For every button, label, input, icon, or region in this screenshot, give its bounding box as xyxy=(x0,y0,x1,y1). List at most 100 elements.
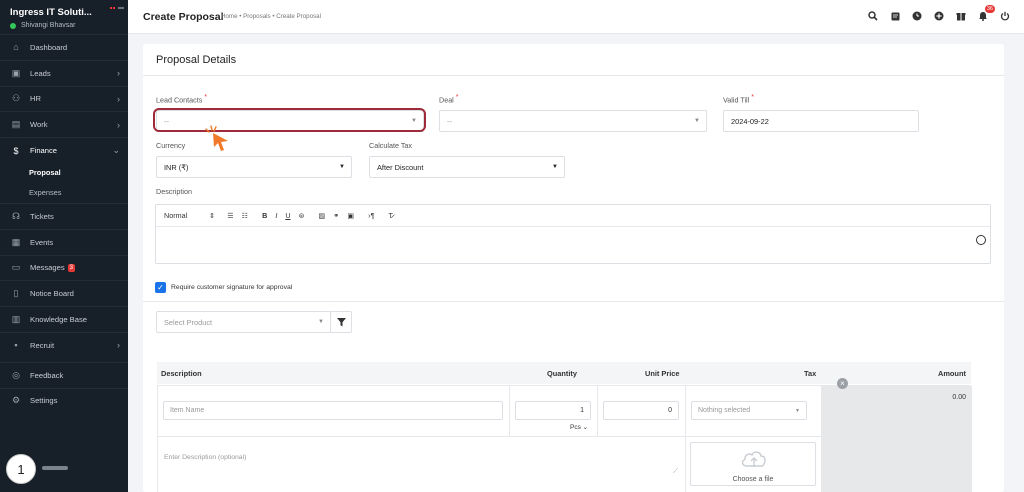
text-direction-icon[interactable]: ›¶ xyxy=(368,211,374,220)
sidebar-item-label: Knowledge Base xyxy=(30,315,87,325)
amount-cell: 0.00 xyxy=(821,386,972,492)
bold-icon[interactable]: B xyxy=(262,211,267,220)
sidebar-item-feedback[interactable]: ◎ Feedback xyxy=(0,361,128,388)
dropdown-caret-icon: ▼ xyxy=(552,164,558,170)
breadcrumb: Home • Proposals • Create Proposal xyxy=(221,13,321,20)
power-icon[interactable] xyxy=(998,9,1012,23)
col-unit-price: Unit Price xyxy=(645,369,680,378)
clock-icon[interactable] xyxy=(910,9,924,23)
emoji-icon[interactable] xyxy=(976,235,986,245)
select-product-dropdown[interactable]: Select Product ▼ xyxy=(156,311,331,333)
filter-button[interactable] xyxy=(330,311,352,333)
format-value: Normal xyxy=(164,211,188,220)
choose-file-dropzone[interactable]: Choose a file xyxy=(690,442,816,486)
sidebar-subitem-proposal[interactable]: Proposal xyxy=(0,163,128,183)
section-divider xyxy=(143,301,1004,302)
deal-value: -- xyxy=(447,116,452,126)
bullet-list-icon[interactable]: ☷ xyxy=(242,211,248,220)
lead-contacts-label-text: Lead Contacts xyxy=(156,95,203,105)
tax-select[interactable]: Nothing selected ▼ xyxy=(691,401,807,420)
italic-icon[interactable]: I xyxy=(275,211,277,220)
notification-count-badge: 36 xyxy=(984,5,995,13)
settings-icon: ⚙ xyxy=(11,395,21,406)
notice-board-icon: ▯ xyxy=(13,288,19,299)
search-icon[interactable] xyxy=(866,9,880,23)
calculate-tax-select[interactable]: After Discount ▼ xyxy=(369,156,565,178)
sidebar-item-messages[interactable]: ▭ Messages 3 xyxy=(0,254,128,281)
top-icons: 36 xyxy=(866,5,1012,23)
ordered-list-icon[interactable]: ☰ xyxy=(227,211,233,220)
signature-checkbox[interactable]: ✓ xyxy=(155,282,166,293)
quantity-input[interactable]: 1 xyxy=(515,401,591,420)
sidebar-item-label: Settings xyxy=(30,396,58,406)
sidebar-nav: ⌂ Dashboard ▣ Leads › ⚇ HR › ▤ Work › $ … xyxy=(0,34,128,413)
chevron-down-icon: ⌄ xyxy=(582,424,589,431)
unit-select[interactable]: Pcs ⌄ xyxy=(570,423,588,431)
col-amount: Amount xyxy=(938,369,966,378)
deal-select[interactable]: -- ▼ xyxy=(439,110,707,132)
sidebar-collapse-toggle[interactable] xyxy=(42,466,68,470)
sidebar-item-tickets[interactable]: ☊ Tickets xyxy=(0,202,128,229)
add-circle-icon[interactable] xyxy=(932,9,946,23)
description-editor[interactable]: Normal ⇕ ☰ ☷ B I U ⊜ ▨ ⚭ ▣ ›¶ T̷ xyxy=(155,204,991,264)
sidebar-subitem-expenses[interactable]: Expenses xyxy=(0,183,128,203)
notification-bell-icon[interactable]: 36 xyxy=(976,5,995,23)
strikethrough-icon[interactable]: ⊜ xyxy=(299,211,305,220)
chevron-right-icon: › xyxy=(117,119,120,130)
format-select[interactable]: Normal ⇕ xyxy=(164,211,215,220)
hr-icon: ⚇ xyxy=(11,93,21,104)
sidebar-item-dashboard[interactable]: ⌂ Dashboard xyxy=(0,34,128,60)
items-table-header: Description Quantity Unit Price Tax Amou… xyxy=(157,362,971,384)
choose-file-label: Choose a file xyxy=(732,476,774,483)
clear-format-icon[interactable]: T̷ xyxy=(388,211,392,220)
gift-icon[interactable] xyxy=(954,9,968,23)
sidebar-item-events[interactable]: ▦ Events xyxy=(0,228,128,255)
company-menu-icon[interactable] xyxy=(110,7,124,9)
sidebar-item-label: Feedback xyxy=(30,370,64,380)
company-name: Ingress IT Soluti... xyxy=(10,7,92,18)
sidebar-item-settings[interactable]: ⚙ Settings xyxy=(0,387,128,414)
top-bar: Create Proposal Home • Proposals • Creat… xyxy=(128,0,1024,34)
dropdown-caret-icon: ▼ xyxy=(339,164,345,170)
knowledge-base-icon: ▥ xyxy=(11,314,21,325)
remove-item-icon[interactable]: × xyxy=(837,378,848,389)
textarea-resize-icon: ⟋ xyxy=(673,468,678,475)
sticky-note-icon[interactable] xyxy=(888,9,902,23)
item-description-input[interactable]: Enter Description (optional) xyxy=(164,454,246,461)
cloud-upload-icon xyxy=(741,451,766,467)
sidebar-item-label: Events xyxy=(30,237,54,247)
valid-till-date-input[interactable]: 2024-09-22 xyxy=(723,110,919,132)
editor-toolbar: Normal ⇕ ☰ ☷ B I U ⊜ ▨ ⚭ ▣ ›¶ T̷ xyxy=(156,205,990,227)
sidebar-item-work[interactable]: ▤ Work › xyxy=(0,111,128,137)
item-name-input[interactable]: Item Name xyxy=(163,401,503,420)
current-user: Shivangi Bhavsar xyxy=(10,22,122,29)
recruit-icon: ▪ xyxy=(14,340,18,351)
video-icon[interactable]: ▣ xyxy=(347,211,354,220)
user-name: Shivangi Bhavsar xyxy=(21,22,76,29)
sidebar-item-knowledge-base[interactable]: ▥ Knowledge Base xyxy=(0,306,128,332)
dashboard-icon: ⌂ xyxy=(13,42,19,53)
underline-icon[interactable]: U xyxy=(285,211,290,220)
sidebar-item-recruit[interactable]: ▪ Recruit › xyxy=(0,331,128,358)
currency-label: Currency xyxy=(156,141,186,150)
link-icon[interactable]: ⚭ xyxy=(333,211,339,220)
lead-contacts-label: Lead Contacts * xyxy=(156,94,207,104)
tax-value: Nothing selected xyxy=(698,407,751,414)
company-switcher[interactable]: Ingress IT Soluti... Shivangi Bhavsar xyxy=(10,7,122,29)
sidebar-item-notice-board[interactable]: ▯ Notice Board xyxy=(0,280,128,306)
unit-price-input[interactable]: 0 xyxy=(603,401,679,420)
required-mark: * xyxy=(455,94,459,101)
feedback-icon: ◎ xyxy=(12,369,20,380)
col-quantity: Quantity xyxy=(547,369,577,378)
image-icon[interactable]: ▨ xyxy=(319,211,326,220)
format-caret-icon: ⇕ xyxy=(209,211,216,220)
sidebar-item-leads[interactable]: ▣ Leads › xyxy=(0,59,128,86)
messages-count-badge: 3 xyxy=(67,263,75,272)
required-mark: * xyxy=(751,94,754,101)
chevron-right-icon: › xyxy=(117,93,120,104)
sidebar-item-finance[interactable]: $ Finance ⌄ xyxy=(0,137,128,163)
currency-select[interactable]: INR (₹) ▼ xyxy=(156,156,352,178)
sidebar-item-label: Work xyxy=(30,120,48,130)
sidebar-item-label: Messages xyxy=(30,263,65,273)
sidebar-item-hr[interactable]: ⚇ HR › xyxy=(0,85,128,112)
